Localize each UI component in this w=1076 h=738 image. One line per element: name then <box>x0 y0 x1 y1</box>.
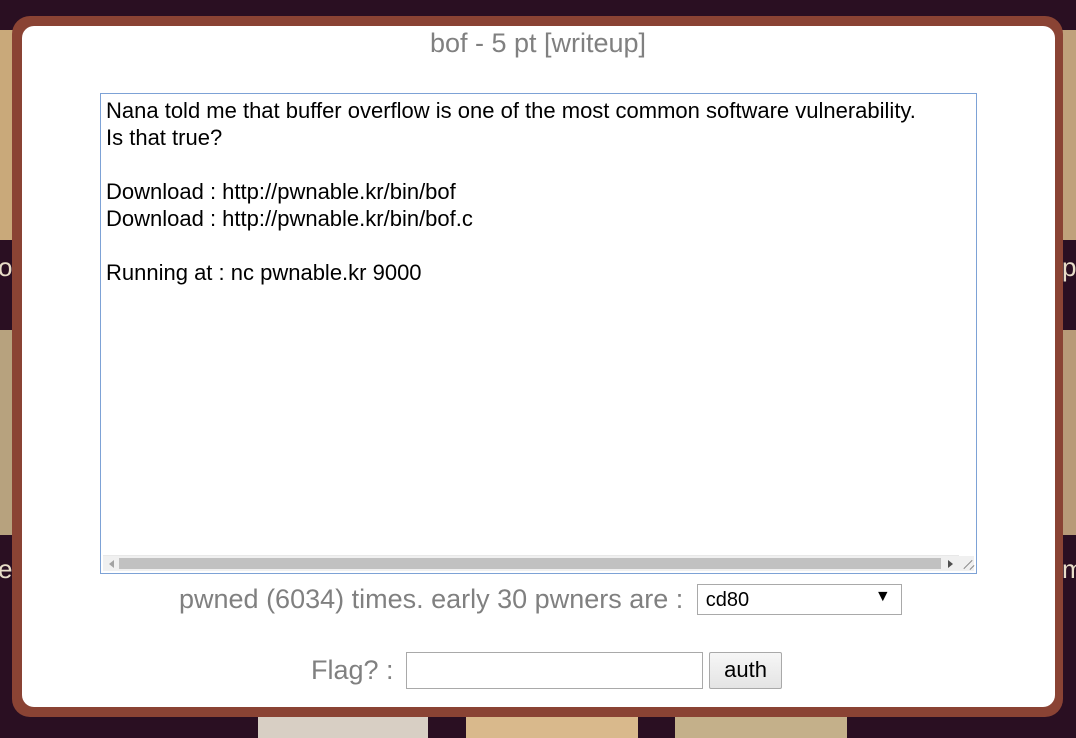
background-label: o <box>0 252 13 282</box>
early-pwners-selected-value: cd80 <box>705 588 750 611</box>
challenge-description-textarea[interactable]: Nana told me that buffer overflow is one… <box>100 93 977 574</box>
background-tile <box>1062 30 1076 240</box>
description-line: Nana told me that buffer overflow is one… <box>106 98 916 123</box>
pwned-count-text: pwned (6034) times. early 30 pwners are … <box>179 583 691 614</box>
background-label: p <box>1062 252 1076 282</box>
pwned-stats-row: pwned (6034) times. early 30 pwners are … <box>179 582 902 616</box>
scroll-left-icon[interactable] <box>109 560 114 568</box>
resize-grip-icon[interactable] <box>959 556 974 571</box>
flag-label: Flag? : <box>311 654 402 685</box>
early-pwners-select[interactable]: cd80 ▼ <box>696 583 902 615</box>
auth-button[interactable]: auth <box>709 651 783 689</box>
challenge-title[interactable]: bof - 5 pt [writeup] <box>0 27 1076 59</box>
scrollbar-thumb[interactable] <box>119 558 941 569</box>
scroll-right-icon[interactable] <box>948 560 953 568</box>
background-label: e <box>0 554 13 584</box>
download-source-line: Download : http://pwnable.kr/bin/bof.c <box>106 206 473 231</box>
dropdown-arrow-icon: ▼ <box>874 587 891 605</box>
description-line: Is that true? <box>106 125 223 150</box>
description-text: Nana told me that buffer overflow is one… <box>106 97 966 286</box>
background-tile <box>466 715 638 738</box>
flag-input[interactable] <box>406 651 704 689</box>
horizontal-scrollbar[interactable] <box>103 555 959 571</box>
background-label: m <box>1062 554 1076 584</box>
flag-submit-row: Flag? : auth <box>311 651 783 689</box>
description-line <box>106 151 966 178</box>
background-tile <box>1062 330 1076 535</box>
background-tile <box>675 715 847 738</box>
running-at-line: Running at : nc pwnable.kr 9000 <box>106 260 422 285</box>
background-tile <box>258 715 428 738</box>
description-line <box>106 232 966 259</box>
download-binary-line: Download : http://pwnable.kr/bin/bof <box>106 179 456 204</box>
